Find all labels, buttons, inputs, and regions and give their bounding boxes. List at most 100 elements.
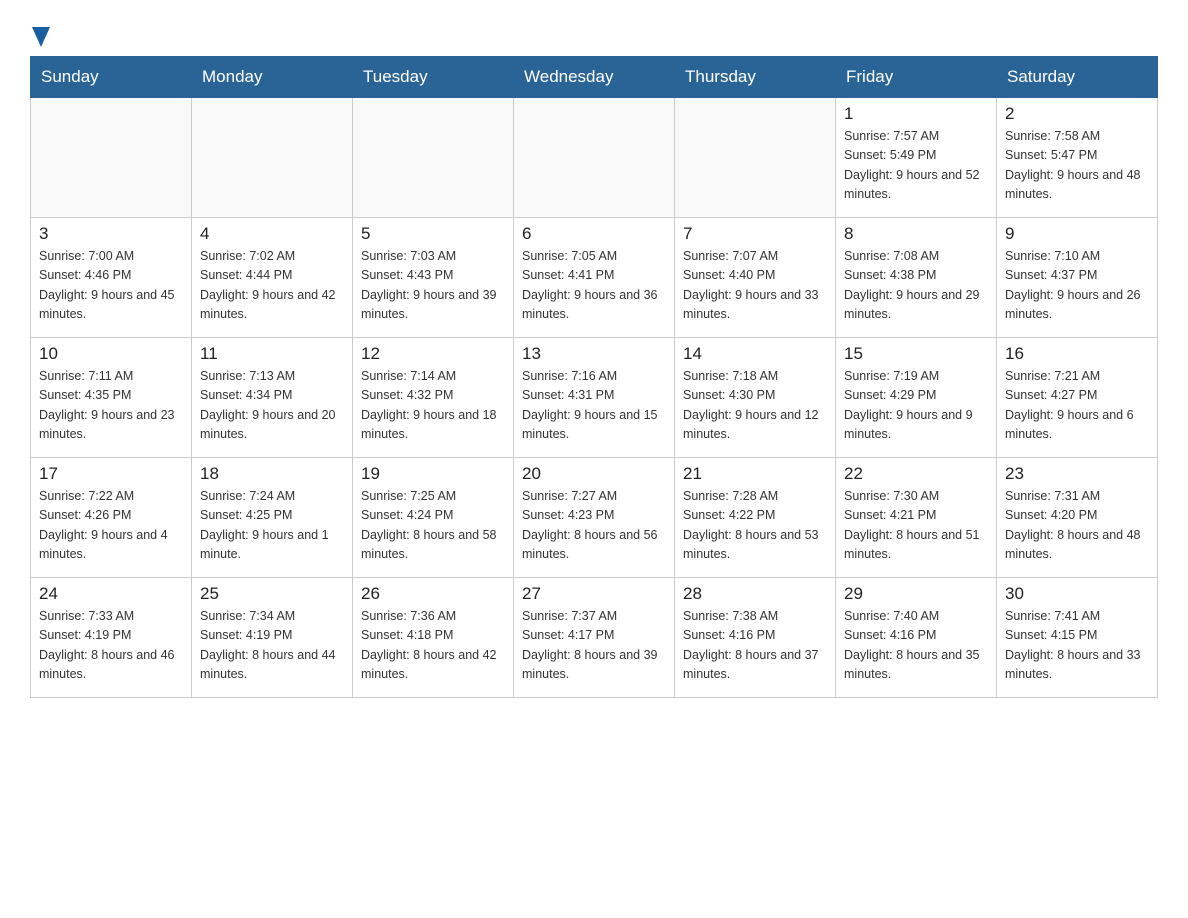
day-info: Sunrise: 7:22 AMSunset: 4:26 PMDaylight:… bbox=[39, 487, 183, 565]
calendar-cell: 7Sunrise: 7:07 AMSunset: 4:40 PMDaylight… bbox=[675, 218, 836, 338]
day-info: Sunrise: 7:30 AMSunset: 4:21 PMDaylight:… bbox=[844, 487, 988, 565]
calendar-cell: 26 Sunrise: 7:36 AMSunset: 4:18 PMDayligh… bbox=[353, 578, 514, 698]
day-info: Sunrise: 7:14 AMSunset: 4:32 PMDaylight:… bbox=[361, 367, 505, 445]
calendar-cell: 17Sunrise: 7:22 AMSunset: 4:26 PMDayligh… bbox=[31, 458, 192, 578]
day-number: 9 bbox=[1005, 224, 1149, 244]
calendar-cell: 19Sunrise: 7:25 AMSunset: 4:24 PMDayligh… bbox=[353, 458, 514, 578]
calendar-cell bbox=[675, 98, 836, 218]
calendar-cell: 15Sunrise: 7:19 AMSunset: 4:29 PMDayligh… bbox=[836, 338, 997, 458]
calendar-cell: 28 Sunrise: 7:38 AMSunset: 4:16 PMDayligh… bbox=[675, 578, 836, 698]
day-info: Sunrise: 7:31 AMSunset: 4:20 PMDaylight:… bbox=[1005, 487, 1149, 565]
calendar-cell: 16 Sunrise: 7:21 AMSunset: 4:27 PMDayligh… bbox=[997, 338, 1158, 458]
calendar-cell: 12 Sunrise: 7:14 AMSunset: 4:32 PMDayligh… bbox=[353, 338, 514, 458]
calendar-cell: 10 Sunrise: 7:11 AMSunset: 4:35 PMDayligh… bbox=[31, 338, 192, 458]
page-header bbox=[30, 20, 1158, 46]
day-info: Sunrise: 7:25 AMSunset: 4:24 PMDaylight:… bbox=[361, 487, 505, 565]
calendar-cell: 21 Sunrise: 7:28 AMSunset: 4:22 PMDayligh… bbox=[675, 458, 836, 578]
calendar-week-row: 1 Sunrise: 7:57 AMSunset: 5:49 PMDaylight… bbox=[31, 98, 1158, 218]
calendar-cell: 29 Sunrise: 7:40 AMSunset: 4:16 PMDayligh… bbox=[836, 578, 997, 698]
calendar-cell: 11 Sunrise: 7:13 AMSunset: 4:34 PMDayligh… bbox=[192, 338, 353, 458]
day-number: 22 bbox=[844, 464, 988, 484]
day-info: Sunrise: 7:13 AMSunset: 4:34 PMDaylight:… bbox=[200, 367, 344, 445]
calendar-cell: 8Sunrise: 7:08 AMSunset: 4:38 PMDaylight… bbox=[836, 218, 997, 338]
calendar-week-row: 24 Sunrise: 7:33 AMSunset: 4:19 PMDayligh… bbox=[31, 578, 1158, 698]
calendar-cell: 9 Sunrise: 7:10 AMSunset: 4:37 PMDaylight… bbox=[997, 218, 1158, 338]
day-info: Sunrise: 7:57 AMSunset: 5:49 PMDaylight:… bbox=[844, 127, 988, 205]
day-info: Sunrise: 7:00 AMSunset: 4:46 PMDaylight:… bbox=[39, 247, 183, 325]
calendar-cell bbox=[353, 98, 514, 218]
day-info: Sunrise: 7:33 AMSunset: 4:19 PMDaylight:… bbox=[39, 607, 183, 685]
day-number: 26 bbox=[361, 584, 505, 604]
day-number: 5 bbox=[361, 224, 505, 244]
calendar-cell: 1 Sunrise: 7:57 AMSunset: 5:49 PMDaylight… bbox=[836, 98, 997, 218]
day-info: Sunrise: 7:03 AMSunset: 4:43 PMDaylight:… bbox=[361, 247, 505, 325]
calendar-cell: 3 Sunrise: 7:00 AMSunset: 4:46 PMDaylight… bbox=[31, 218, 192, 338]
calendar-cell: 30Sunrise: 7:41 AMSunset: 4:15 PMDayligh… bbox=[997, 578, 1158, 698]
calendar-cell: 13 Sunrise: 7:16 AMSunset: 4:31 PMDayligh… bbox=[514, 338, 675, 458]
calendar-cell: 23 Sunrise: 7:31 AMSunset: 4:20 PMDayligh… bbox=[997, 458, 1158, 578]
calendar-cell: 27 Sunrise: 7:37 AMSunset: 4:17 PMDayligh… bbox=[514, 578, 675, 698]
day-number: 23 bbox=[1005, 464, 1149, 484]
day-number: 10 bbox=[39, 344, 183, 364]
day-info: Sunrise: 7:08 AMSunset: 4:38 PMDaylight:… bbox=[844, 247, 988, 325]
weekday-header-sunday: Sunday bbox=[31, 57, 192, 98]
logo bbox=[30, 20, 50, 46]
day-number: 4 bbox=[200, 224, 344, 244]
weekday-header-friday: Friday bbox=[836, 57, 997, 98]
day-number: 6 bbox=[522, 224, 666, 244]
day-info: Sunrise: 7:36 AMSunset: 4:18 PMDaylight:… bbox=[361, 607, 505, 685]
day-number: 16 bbox=[1005, 344, 1149, 364]
day-info: Sunrise: 7:38 AMSunset: 4:16 PMDaylight:… bbox=[683, 607, 827, 685]
calendar-cell bbox=[31, 98, 192, 218]
weekday-header-saturday: Saturday bbox=[997, 57, 1158, 98]
day-info: Sunrise: 7:28 AMSunset: 4:22 PMDaylight:… bbox=[683, 487, 827, 565]
weekday-header-tuesday: Tuesday bbox=[353, 57, 514, 98]
calendar-cell: 2Sunrise: 7:58 AMSunset: 5:47 PMDaylight… bbox=[997, 98, 1158, 218]
calendar-cell: 6 Sunrise: 7:05 AMSunset: 4:41 PMDaylight… bbox=[514, 218, 675, 338]
day-number: 3 bbox=[39, 224, 183, 244]
day-number: 21 bbox=[683, 464, 827, 484]
calendar-week-row: 10 Sunrise: 7:11 AMSunset: 4:35 PMDayligh… bbox=[31, 338, 1158, 458]
day-number: 30 bbox=[1005, 584, 1149, 604]
day-number: 25 bbox=[200, 584, 344, 604]
calendar-table: SundayMondayTuesdayWednesdayThursdayFrid… bbox=[30, 56, 1158, 698]
day-number: 28 bbox=[683, 584, 827, 604]
calendar-cell: 22 Sunrise: 7:30 AMSunset: 4:21 PMDayligh… bbox=[836, 458, 997, 578]
logo-arrow-icon bbox=[32, 27, 50, 47]
calendar-cell: 24 Sunrise: 7:33 AMSunset: 4:19 PMDayligh… bbox=[31, 578, 192, 698]
day-info: Sunrise: 7:10 AMSunset: 4:37 PMDaylight:… bbox=[1005, 247, 1149, 325]
calendar-cell: 14Sunrise: 7:18 AMSunset: 4:30 PMDayligh… bbox=[675, 338, 836, 458]
day-info: Sunrise: 7:58 AMSunset: 5:47 PMDaylight:… bbox=[1005, 127, 1149, 205]
day-info: Sunrise: 7:02 AMSunset: 4:44 PMDaylight:… bbox=[200, 247, 344, 325]
calendar-cell bbox=[192, 98, 353, 218]
day-info: Sunrise: 7:37 AMSunset: 4:17 PMDaylight:… bbox=[522, 607, 666, 685]
calendar-cell: 25 Sunrise: 7:34 AMSunset: 4:19 PMDayligh… bbox=[192, 578, 353, 698]
day-number: 13 bbox=[522, 344, 666, 364]
day-number: 1 bbox=[844, 104, 988, 124]
day-number: 29 bbox=[844, 584, 988, 604]
weekday-header-monday: Monday bbox=[192, 57, 353, 98]
calendar-header-row: SundayMondayTuesdayWednesdayThursdayFrid… bbox=[31, 57, 1158, 98]
calendar-cell bbox=[514, 98, 675, 218]
day-number: 20 bbox=[522, 464, 666, 484]
calendar-week-row: 3 Sunrise: 7:00 AMSunset: 4:46 PMDaylight… bbox=[31, 218, 1158, 338]
day-info: Sunrise: 7:11 AMSunset: 4:35 PMDaylight:… bbox=[39, 367, 183, 445]
day-number: 27 bbox=[522, 584, 666, 604]
weekday-header-wednesday: Wednesday bbox=[514, 57, 675, 98]
day-info: Sunrise: 7:27 AMSunset: 4:23 PMDaylight:… bbox=[522, 487, 666, 565]
day-info: Sunrise: 7:16 AMSunset: 4:31 PMDaylight:… bbox=[522, 367, 666, 445]
day-info: Sunrise: 7:18 AMSunset: 4:30 PMDaylight:… bbox=[683, 367, 827, 445]
day-info: Sunrise: 7:34 AMSunset: 4:19 PMDaylight:… bbox=[200, 607, 344, 685]
day-number: 11 bbox=[200, 344, 344, 364]
day-number: 24 bbox=[39, 584, 183, 604]
day-info: Sunrise: 7:05 AMSunset: 4:41 PMDaylight:… bbox=[522, 247, 666, 325]
calendar-cell: 4 Sunrise: 7:02 AMSunset: 4:44 PMDaylight… bbox=[192, 218, 353, 338]
calendar-week-row: 17Sunrise: 7:22 AMSunset: 4:26 PMDayligh… bbox=[31, 458, 1158, 578]
day-info: Sunrise: 7:21 AMSunset: 4:27 PMDaylight:… bbox=[1005, 367, 1149, 445]
day-number: 18 bbox=[200, 464, 344, 484]
calendar-cell: 18Sunrise: 7:24 AMSunset: 4:25 PMDayligh… bbox=[192, 458, 353, 578]
day-number: 12 bbox=[361, 344, 505, 364]
day-info: Sunrise: 7:40 AMSunset: 4:16 PMDaylight:… bbox=[844, 607, 988, 685]
calendar-cell: 5 Sunrise: 7:03 AMSunset: 4:43 PMDaylight… bbox=[353, 218, 514, 338]
day-info: Sunrise: 7:19 AMSunset: 4:29 PMDaylight:… bbox=[844, 367, 988, 445]
